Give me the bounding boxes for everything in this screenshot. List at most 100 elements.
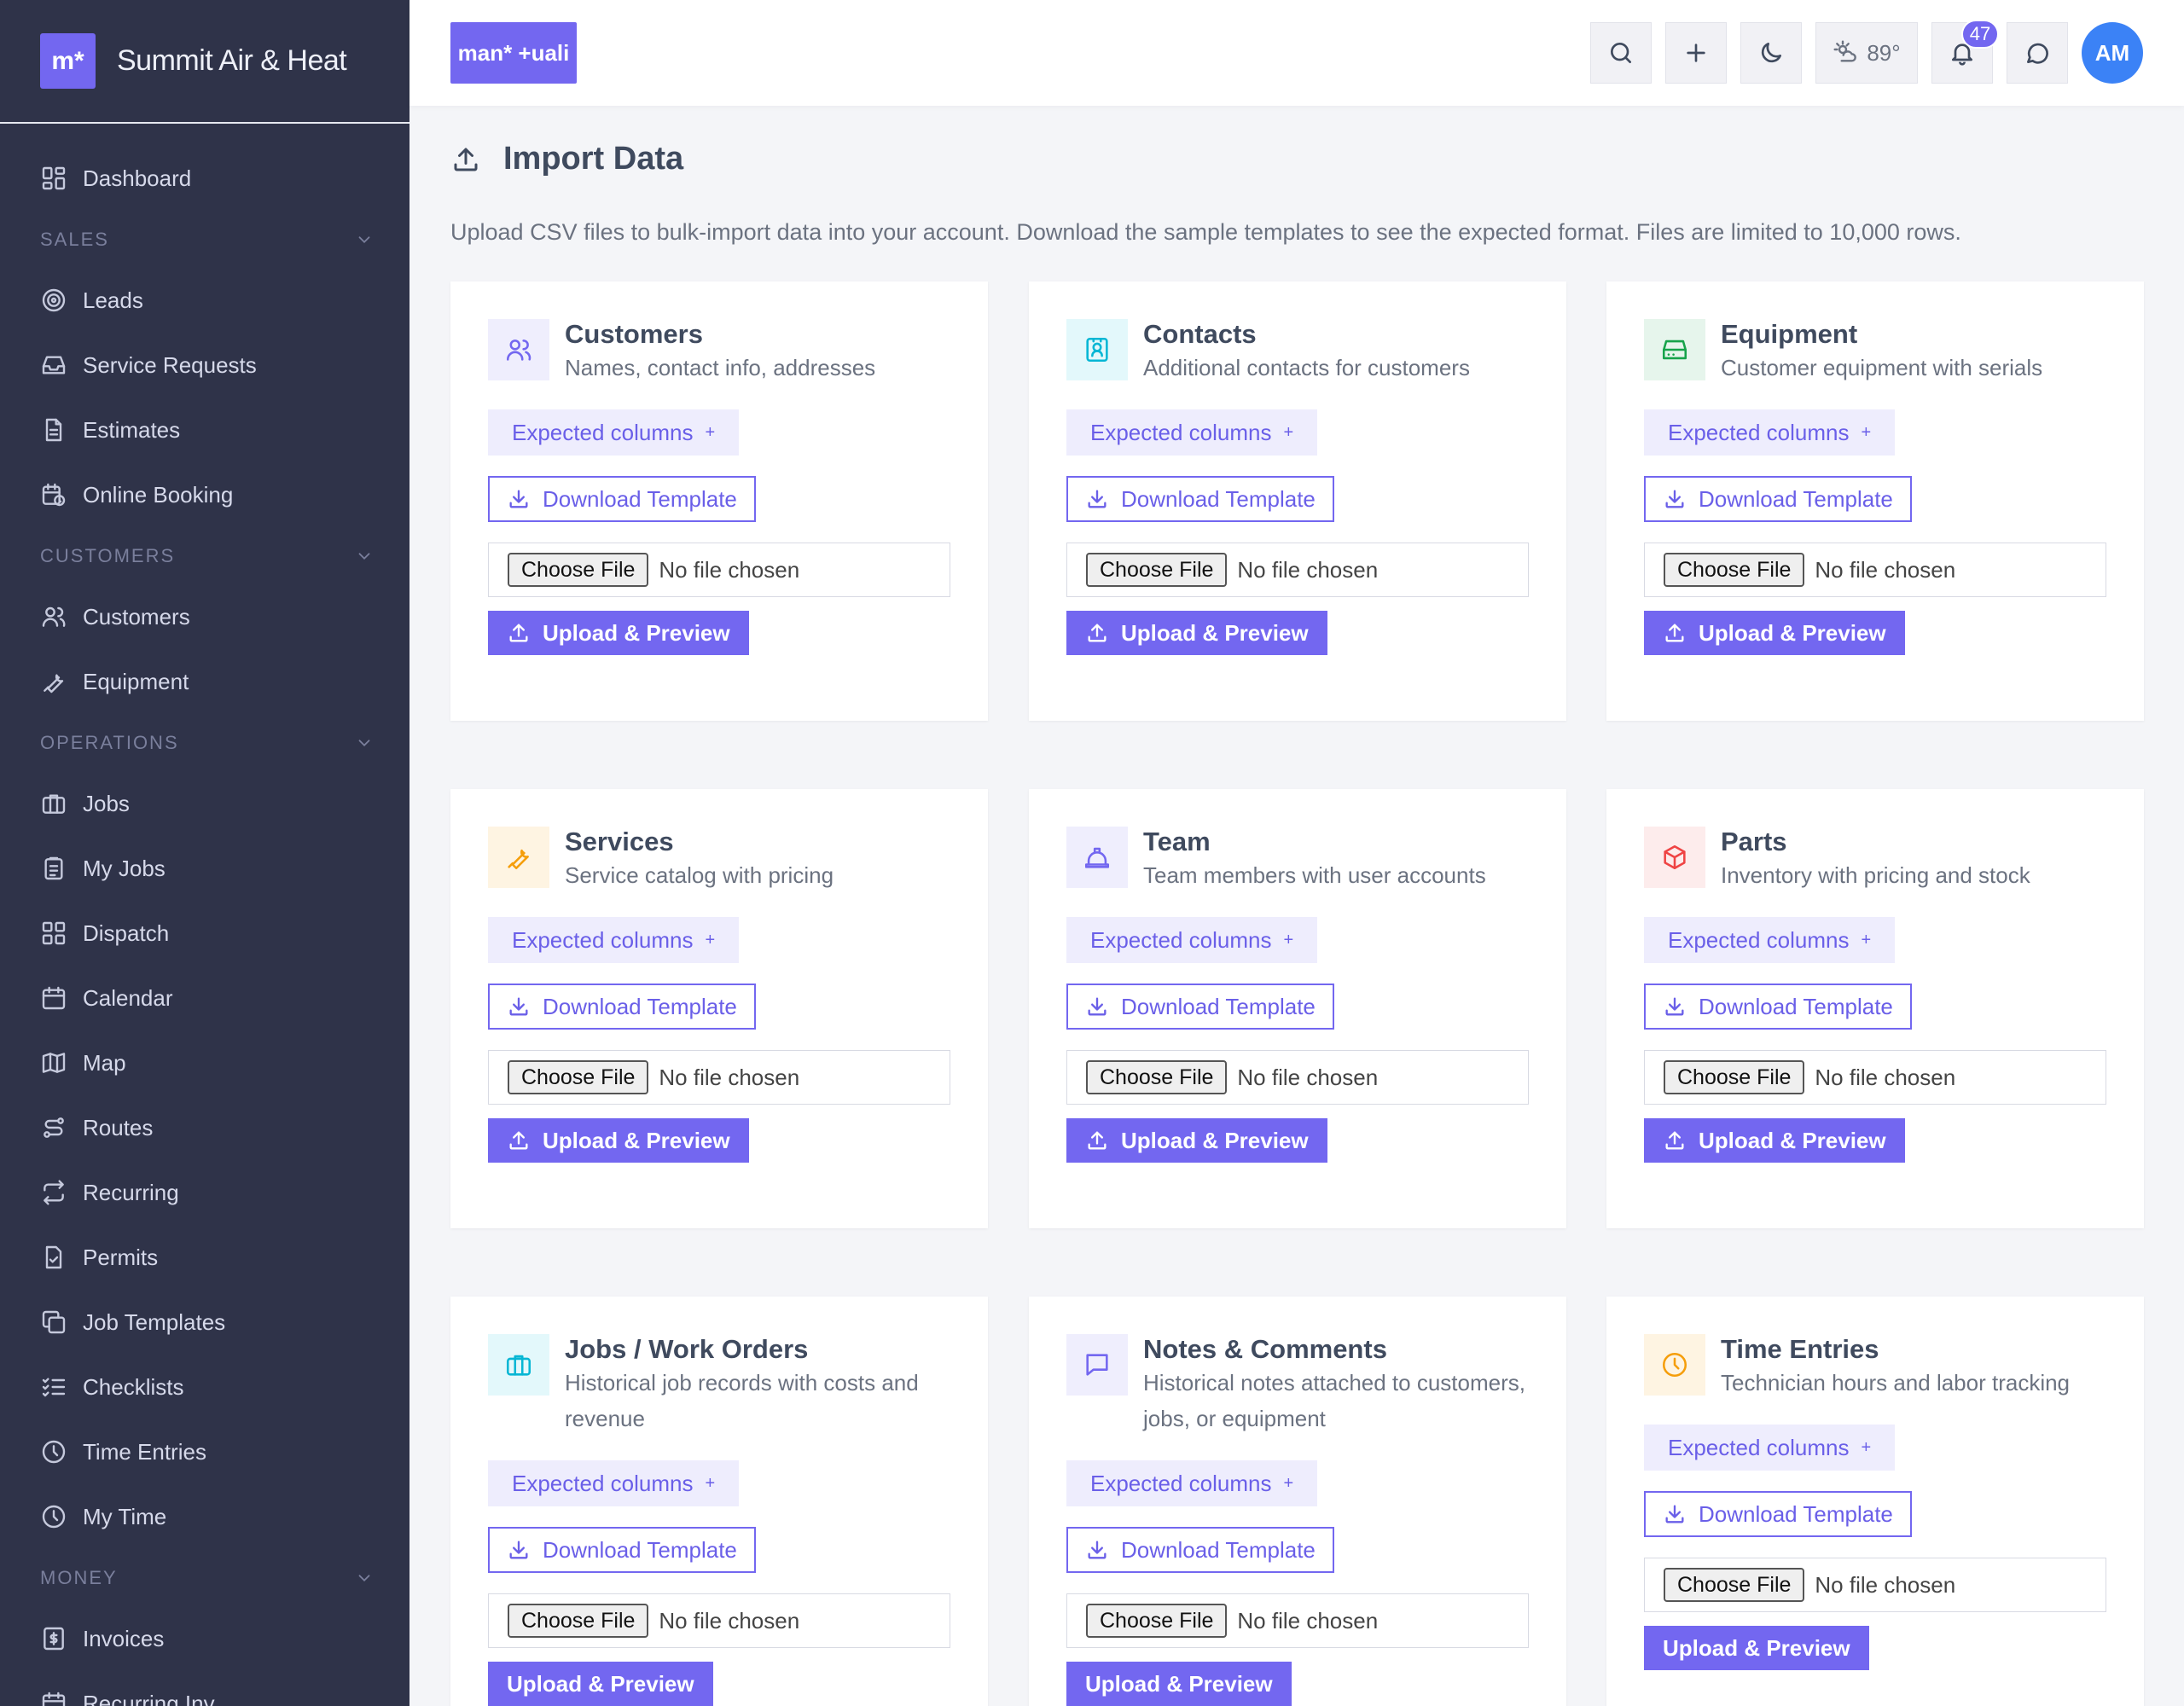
file-input[interactable]: Choose File No file chosen: [488, 543, 950, 597]
choose-file-button[interactable]: Choose File: [1664, 1060, 1805, 1094]
sidebar-item-my-jobs[interactable]: My Jobs: [0, 836, 410, 901]
upload-preview-button[interactable]: Upload & Preview: [1644, 611, 1905, 655]
weather-widget[interactable]: 89°: [1815, 22, 1918, 84]
expected-columns-toggle[interactable]: Expected columns +: [1066, 409, 1318, 456]
choose-file-button[interactable]: Choose File: [1664, 1568, 1805, 1602]
plus-icon: +: [1283, 422, 1294, 442]
upload-preview-button[interactable]: Upload & Preview: [488, 1662, 713, 1706]
add-button[interactable]: [1665, 22, 1727, 84]
download-template-button[interactable]: Download Template: [1066, 476, 1334, 522]
sidebar-section-operations[interactable]: OPERATIONS: [0, 714, 410, 771]
plus-icon: +: [1861, 1437, 1872, 1457]
expected-columns-toggle[interactable]: Expected columns +: [1066, 917, 1318, 963]
sidebar-item-label: Map: [83, 1049, 126, 1076]
search-button[interactable]: [1590, 22, 1652, 84]
sidebar-nav: Dashboard SALES Leads Service Requests Estim…: [0, 124, 410, 1706]
sidebar-item-equipment[interactable]: Equipment: [0, 649, 410, 714]
sidebar-item-dashboard[interactable]: Dashboard: [0, 146, 410, 211]
expected-columns-toggle[interactable]: Expected columns +: [488, 409, 740, 456]
expected-columns-toggle[interactable]: Expected columns +: [488, 917, 740, 963]
upload-icon: [1665, 624, 1684, 642]
expected-columns-toggle[interactable]: Expected columns +: [488, 1460, 740, 1506]
sidebar-section-sales[interactable]: SALES: [0, 211, 410, 268]
upload-preview-button[interactable]: Upload & Preview: [1066, 1662, 1292, 1706]
file-input[interactable]: Choose File No file chosen: [1644, 1558, 2106, 1612]
file-input[interactable]: Choose File No file chosen: [1066, 1593, 1529, 1648]
file-input[interactable]: Choose File No file chosen: [488, 1050, 950, 1105]
sidebar-item-leads[interactable]: Leads: [0, 268, 410, 333]
sidebar-item-estimates[interactable]: Estimates: [0, 397, 410, 462]
sidebar-item-jobs[interactable]: Jobs: [0, 771, 410, 836]
download-icon: [1665, 1505, 1684, 1523]
sidebar-item-online-booking[interactable]: Online Booking: [0, 462, 410, 527]
file-input[interactable]: Choose File No file chosen: [1066, 1050, 1529, 1105]
card-heading: Contacts Additional contacts for customer…: [1143, 319, 1470, 386]
top-logo[interactable]: man* +uali: [450, 22, 577, 84]
download-icon: [1088, 1541, 1107, 1559]
choose-file-button[interactable]: Choose File: [508, 1060, 649, 1094]
choose-file-button[interactable]: Choose File: [1086, 553, 1228, 587]
choose-file-button[interactable]: Choose File: [1086, 1060, 1228, 1094]
sidebar-section-customers[interactable]: CUSTOMERS: [0, 527, 410, 584]
expected-columns-toggle[interactable]: Expected columns +: [1644, 917, 1896, 963]
sidebar-item-permits[interactable]: Permits: [0, 1225, 410, 1290]
sidebar-item-job-templates[interactable]: Job Templates: [0, 1290, 410, 1355]
download-template-button[interactable]: Download Template: [1066, 1527, 1334, 1573]
download-template-button[interactable]: Download Template: [488, 476, 756, 522]
card-header: Notes & Comments Historical notes attache…: [1066, 1334, 1529, 1436]
route-icon: [44, 1117, 64, 1138]
download-template-button[interactable]: Download Template: [488, 1527, 756, 1573]
download-template-button[interactable]: Download Template: [1644, 984, 1912, 1030]
sidebar-item-checklists[interactable]: Checklists: [0, 1355, 410, 1419]
theme-toggle-button[interactable]: [1740, 22, 1802, 84]
file-input[interactable]: Choose File No file chosen: [1644, 543, 2106, 597]
brand[interactable]: m* Summit Air & Heat: [0, 0, 410, 124]
download-template-button[interactable]: Download Template: [1066, 984, 1334, 1030]
choose-file-button[interactable]: Choose File: [1086, 1604, 1228, 1638]
chevron-down-icon: [358, 235, 370, 243]
card-subtitle: Technician hours and labor tracking: [1721, 1370, 2071, 1396]
sidebar-item-invoices[interactable]: Invoices: [0, 1606, 410, 1671]
checklist-icon: [42, 1378, 66, 1397]
expected-columns-toggle[interactable]: Expected columns +: [1644, 409, 1896, 456]
sidebar-item-time-entries[interactable]: Time Entries: [0, 1419, 410, 1484]
sidebar-item-label: Online Booking: [83, 481, 234, 508]
sidebar-item-label: My Time: [83, 1503, 167, 1529]
card-header: Contacts Additional contacts for customer…: [1066, 319, 1529, 386]
download-template-button[interactable]: Download Template: [1644, 476, 1912, 522]
download-template-button[interactable]: Download Template: [488, 984, 756, 1030]
sidebar-item-my-time[interactable]: My Time: [0, 1484, 410, 1549]
file-input[interactable]: Choose File No file chosen: [1644, 1050, 2106, 1105]
user-avatar[interactable]: AM: [2082, 22, 2143, 84]
card-icon-box: [1644, 319, 1705, 380]
file-input[interactable]: Choose File No file chosen: [488, 1593, 950, 1648]
file-input[interactable]: Choose File No file chosen: [1066, 543, 1529, 597]
sidebar-item-service-requests[interactable]: Service Requests: [0, 333, 410, 397]
expected-columns-toggle[interactable]: Expected columns +: [1066, 1460, 1318, 1506]
upload-preview-button[interactable]: Upload & Preview: [1644, 1118, 1905, 1163]
expected-columns-toggle[interactable]: Expected columns +: [1644, 1425, 1896, 1471]
download-template-label: Download Template: [1699, 993, 1893, 1019]
choose-file-button[interactable]: Choose File: [508, 1604, 649, 1638]
messages-button[interactable]: [2007, 22, 2068, 84]
card-title: Jobs / Work Orders: [565, 1334, 809, 1364]
card-heading: Services Service catalog with pricing: [565, 827, 834, 893]
card-icon-box: [1644, 1334, 1705, 1396]
upload-preview-button[interactable]: Upload & Preview: [488, 611, 749, 655]
notifications-button[interactable]: 47: [1931, 20, 1999, 84]
download-template-button[interactable]: Download Template: [1644, 1491, 1912, 1537]
sidebar-item-dispatch[interactable]: Dispatch: [0, 901, 410, 966]
sidebar-item-recurring[interactable]: Recurring: [0, 1160, 410, 1225]
upload-preview-button[interactable]: Upload & Preview: [488, 1118, 749, 1163]
upload-preview-button[interactable]: Upload & Preview: [1644, 1626, 1869, 1670]
sidebar-item-routes[interactable]: Routes: [0, 1095, 410, 1160]
choose-file-button[interactable]: Choose File: [1664, 553, 1805, 587]
sidebar-item-map[interactable]: Map: [0, 1030, 410, 1095]
upload-preview-button[interactable]: Upload & Preview: [1066, 611, 1327, 655]
choose-file-button[interactable]: Choose File: [508, 553, 649, 587]
sidebar-item-customers[interactable]: Customers: [0, 584, 410, 649]
upload-preview-button[interactable]: Upload & Preview: [1066, 1118, 1327, 1163]
sidebar-item-calendar[interactable]: Calendar: [0, 966, 410, 1030]
sidebar-section-money[interactable]: MONEY: [0, 1549, 410, 1606]
sidebar-item-recurring-inv-[interactable]: Recurring Inv.: [0, 1671, 410, 1706]
